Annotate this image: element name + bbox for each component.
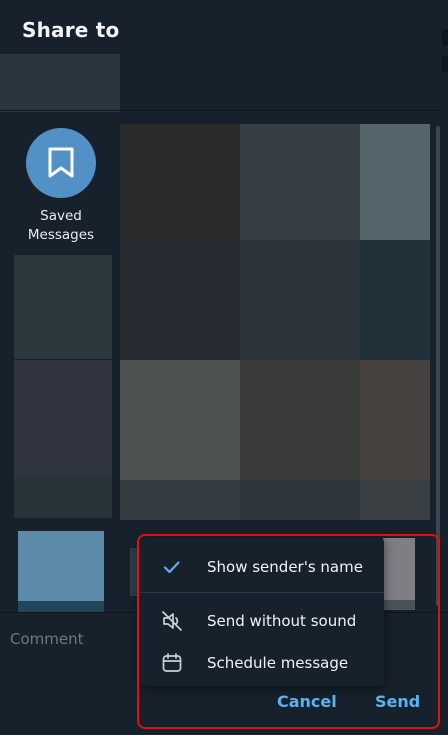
chat-tile[interactable] [240,124,360,240]
chat-tile[interactable] [240,240,360,360]
avatar [26,128,96,198]
chat-tile[interactable] [14,255,112,359]
chat-label: Saved Messages [14,207,108,245]
chat-tile[interactable] [120,360,240,480]
dialog-title: Share to [22,18,120,42]
cancel-button[interactable]: Cancel [277,692,337,711]
chat-tile[interactable] [18,531,104,601]
chat-tile[interactable] [383,538,415,600]
chat-tile[interactable] [120,480,240,520]
search-field[interactable] [0,54,120,112]
menu-item-schedule-message[interactable]: Schedule message [140,642,384,684]
chat-tile[interactable] [360,480,430,520]
send-button[interactable]: Send [375,692,420,711]
muted-speaker-icon [160,609,184,633]
bookmark-icon [48,147,74,178]
calendar-icon [160,651,184,675]
chat-tile[interactable] [383,600,415,610]
menu-separator [140,592,384,593]
chat-tile[interactable] [360,360,430,480]
scroll-edge [442,56,448,72]
menu-item-label: Send without sound [207,612,357,630]
chat-label-line: Messages [27,227,95,243]
menu-item-label: Show sender's name [207,558,363,576]
check-icon [160,555,184,579]
chat-tile[interactable] [360,240,430,360]
chat-tile[interactable] [240,480,360,520]
dialog-header: Share to [0,0,448,54]
chat-tile[interactable] [240,360,360,480]
chat-tile[interactable] [14,478,112,518]
scroll-edge [442,30,448,46]
chat-tile[interactable] [120,240,240,360]
comment-input[interactable]: Comment [10,630,84,648]
menu-item-label: Schedule message [207,654,349,672]
chat-label-line: Saved [40,208,82,224]
menu-item-send-without-sound[interactable]: Send without sound [140,600,384,642]
chat-tile[interactable] [14,360,112,478]
chat-tile[interactable] [120,124,240,240]
chat-tile[interactable] [360,124,430,240]
chat-saved-messages[interactable]: Saved Messages [14,128,108,248]
send-options-menu: Show sender's name Send without sound Sc… [140,538,384,686]
scrollbar[interactable] [436,126,440,606]
dialog-actions: Cancel Send [140,686,440,726]
menu-item-show-senders-name[interactable]: Show sender's name [140,546,384,588]
divider [0,110,442,111]
